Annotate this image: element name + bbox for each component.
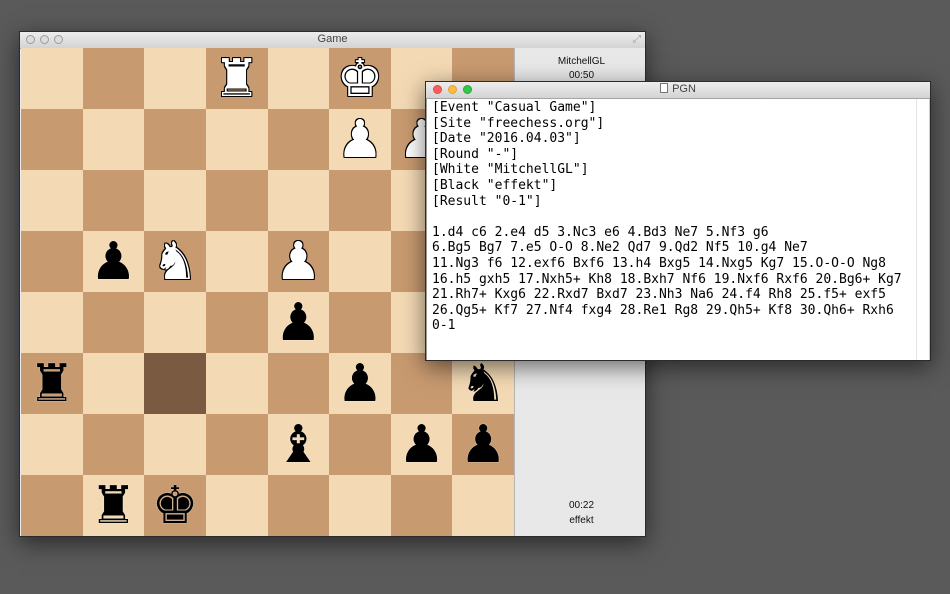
pgn-line: 16.h5 gxh5 17.Nxh5+ Kh8 18.Bxh7 Nf6 19.N…	[432, 271, 902, 287]
fullscreen-icon[interactable]: ⤢	[633, 34, 641, 45]
square-b6[interactable]	[82, 170, 145, 231]
white-player-name: MitchellGL	[557, 56, 606, 67]
square-b4[interactable]	[82, 292, 145, 353]
square-d3[interactable]	[205, 353, 268, 414]
square-c2[interactable]	[144, 414, 206, 475]
square-d7[interactable]	[205, 109, 268, 170]
square-e7[interactable]	[267, 109, 330, 170]
pgn-line: 6.Bg5 Bg7 7.e5 O-O 8.Ne2 Qd7 9.Qd2 Nf5 1…	[432, 240, 808, 256]
white-player-clock: 00:50	[568, 70, 595, 81]
square-b1[interactable]	[82, 475, 145, 536]
pgn-line: [White "MitchellGL"]	[432, 162, 589, 178]
square-c6[interactable]	[144, 170, 206, 231]
square-e6[interactable]	[267, 170, 330, 231]
square-e8[interactable]	[267, 48, 330, 109]
square-f1[interactable]	[329, 475, 391, 536]
square-g3[interactable]	[390, 353, 453, 414]
pgn-line: [Date "2016.04.03"]	[432, 131, 581, 147]
square-c8[interactable]	[144, 48, 206, 109]
square-g1[interactable]	[390, 475, 453, 536]
square-e4[interactable]	[267, 292, 330, 353]
square-f4[interactable]	[329, 292, 391, 353]
square-b5[interactable]	[82, 231, 145, 292]
square-e5[interactable]	[267, 231, 330, 292]
square-e3[interactable]	[267, 353, 330, 414]
square-f3[interactable]	[329, 353, 391, 414]
black-player-clock: 00:22	[568, 500, 595, 511]
square-d5[interactable]	[205, 231, 268, 292]
document-icon	[660, 83, 669, 93]
square-d2[interactable]	[205, 414, 268, 475]
square-c1[interactable]	[144, 475, 206, 536]
square-b2[interactable]	[82, 414, 145, 475]
square-h3[interactable]	[452, 353, 514, 414]
square-a4[interactable]	[21, 292, 83, 353]
square-b3[interactable]	[82, 353, 145, 414]
pgn-line: 0-1	[432, 318, 456, 334]
pgn-line: 26.Qg5+ Kf7 27.Nf4 fxg4 28.Re1 Rg8 29.Qh…	[432, 302, 894, 318]
square-f7[interactable]	[329, 109, 391, 170]
square-g2[interactable]	[390, 414, 453, 475]
square-d6[interactable]	[205, 170, 268, 231]
square-a6[interactable]	[21, 170, 83, 231]
square-c3[interactable]	[144, 353, 206, 414]
square-c7[interactable]	[144, 109, 206, 170]
pgn-title-text: PGN	[672, 83, 696, 95]
square-a2[interactable]	[21, 414, 83, 475]
square-a5[interactable]	[21, 231, 83, 292]
pgn-line	[432, 209, 902, 225]
square-d1[interactable]	[205, 475, 268, 536]
square-c5[interactable]	[144, 231, 206, 292]
square-a3[interactable]	[21, 353, 83, 414]
pgn-line: 11.Ng3 f6 12.exf6 Bxf6 13.h4 Bxg5 14.Nxg…	[432, 255, 886, 271]
square-b8[interactable]	[82, 48, 145, 109]
pgn-titlebar[interactable]: PGN	[426, 82, 930, 99]
pgn-line: [Round "-"]	[432, 146, 519, 162]
square-a8[interactable]	[21, 48, 83, 109]
pgn-line: [Result "0-1"]	[432, 193, 542, 209]
square-e1[interactable]	[267, 475, 330, 536]
square-f6[interactable]	[329, 170, 391, 231]
pgn-line: [Black "effekt"]	[432, 177, 558, 193]
game-titlebar[interactable]: Game ⤢	[20, 32, 645, 49]
square-f2[interactable]	[329, 414, 391, 475]
square-f5[interactable]	[329, 231, 391, 292]
black-player-name: effekt	[569, 515, 594, 526]
square-e2[interactable]	[267, 414, 330, 475]
square-a1[interactable]	[21, 475, 83, 536]
square-d8[interactable]	[205, 48, 268, 109]
window-title: PGN	[426, 83, 930, 95]
scrollbar-track[interactable]	[916, 99, 929, 360]
pgn-line: [Event "Casual Game"]	[432, 100, 597, 115]
pgn-window: PGN [Event "Casual Game"] [Site "freeches…	[425, 81, 931, 361]
pgn-text[interactable]: [Event "Casual Game"] [Site "freechess.or…	[432, 100, 902, 334]
square-d4[interactable]	[205, 292, 268, 353]
window-title: Game	[317, 33, 348, 45]
square-h2[interactable]	[452, 414, 514, 475]
square-a7[interactable]	[21, 109, 83, 170]
pgn-text-area[interactable]: [Event "Casual Game"] [Site "freechess.or…	[426, 99, 930, 360]
pgn-line: 1.d4 c6 2.e4 d5 3.Nc3 e6 4.Bd3 Ne7 5.Nf3…	[432, 224, 769, 240]
square-f8[interactable]	[329, 48, 391, 109]
square-b7[interactable]	[82, 109, 145, 170]
pgn-line: 21.Rh7+ Kxg6 22.Rxd7 Bxd7 23.Nh3 Na6 24.…	[432, 287, 886, 303]
square-h1[interactable]	[452, 475, 514, 536]
pgn-line: [Site "freechess.org"]	[432, 115, 605, 131]
square-c4[interactable]	[144, 292, 206, 353]
